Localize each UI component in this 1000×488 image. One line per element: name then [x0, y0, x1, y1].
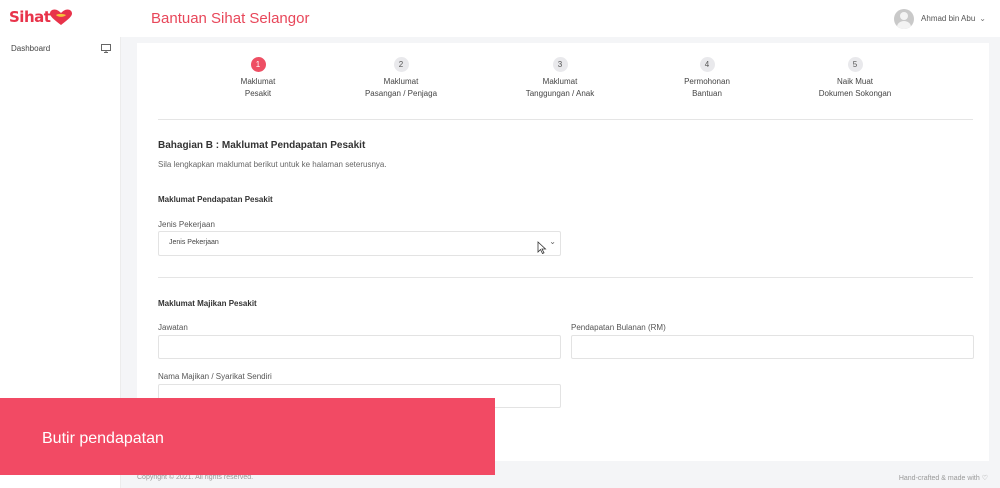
user-name[interactable]: Ahmad bin Abu — [921, 14, 975, 23]
caption-banner: Butir pendapatan — [0, 398, 495, 475]
logo[interactable]: Sihat — [9, 8, 72, 28]
monthly-income-label: Pendapatan Bulanan (RM) — [571, 323, 666, 332]
employer-section-title: Maklumat Majikan Pesakit — [158, 299, 257, 308]
step-label-line1: Maklumat — [383, 77, 419, 86]
stepper: 1 Maklumat Pesakit 2 Maklumat Pasangan /… — [137, 57, 989, 107]
heart-logo-icon — [50, 9, 72, 25]
divider — [158, 277, 973, 278]
sidebar-item-label[interactable]: Dashboard — [11, 44, 50, 53]
income-section-title: Maklumat Pendapatan Pesakit — [158, 195, 273, 204]
step-number: 4 — [699, 57, 715, 72]
sidebar-item-dashboard[interactable]: Dashboard — [11, 41, 111, 55]
form-heading: Bahagian B : Maklumat Pendapatan Pesakit — [158, 140, 366, 151]
mouse-cursor-icon — [537, 241, 547, 254]
logo-text: Sihat — [9, 8, 51, 26]
monthly-income-field[interactable] — [571, 335, 974, 359]
footer-copyright: Copyright © 2021. All rights reserved. — [137, 474, 254, 481]
job-type-select[interactable]: Jenis Pekerjaan ⌄ — [158, 231, 561, 256]
job-type-selected: Jenis Pekerjaan — [169, 239, 219, 246]
job-type-label: Jenis Pekerjaan — [158, 220, 215, 229]
form-subtitle: Sila lengkapkan maklumat berikut untuk k… — [158, 160, 387, 169]
step-number: 5 — [847, 57, 863, 72]
user-menu[interactable]: Ahmad bin Abu ⌄ — [894, 8, 986, 29]
step-3[interactable]: 3 Maklumat Tanggungan / Anak — [495, 57, 625, 100]
step-label-line2: Tanggungan / Anak — [525, 89, 595, 98]
position-field[interactable] — [158, 335, 561, 359]
chevron-down-icon[interactable]: ⌄ — [979, 14, 986, 23]
step-number: 2 — [393, 57, 409, 72]
step-number: 1 — [250, 57, 266, 72]
chevron-down-icon[interactable]: ⌄ — [549, 237, 556, 246]
top-bar: Sihat Bantuan Sihat Selangor Ahmad bin A… — [0, 0, 1000, 37]
step-label-line2: Pesakit — [244, 89, 272, 98]
avatar[interactable] — [894, 8, 915, 29]
step-1[interactable]: 1 Maklumat Pesakit — [193, 57, 323, 100]
step-label-line2: Bantuan — [692, 89, 722, 98]
step-label-line1: Naik Muat — [836, 77, 873, 86]
step-label-line1: Maklumat — [542, 77, 578, 86]
step-4[interactable]: 4 Permohonan Bantuan — [642, 57, 772, 100]
caption-text: Butir pendapatan — [42, 430, 164, 447]
position-label: Jawatan — [158, 323, 188, 332]
footer-credit: Hand-crafted & made with ♡ — [898, 475, 988, 482]
step-label-line2: Pasangan / Penjaga — [364, 89, 438, 98]
step-5[interactable]: 5 Naik Muat Dokumen Sokongan — [790, 57, 920, 100]
step-label-line2: Dokumen Sokongan — [818, 89, 892, 98]
step-label-line1: Maklumat — [240, 77, 276, 86]
step-number: 3 — [552, 57, 568, 72]
step-2[interactable]: 2 Maklumat Pasangan / Penjaga — [336, 57, 466, 100]
monitor-icon — [101, 43, 111, 53]
employer-name-label: Nama Majikan / Syarikat Sendiri — [158, 372, 272, 381]
app-title: Bantuan Sihat Selangor — [151, 10, 310, 27]
divider — [158, 119, 973, 120]
step-label-line1: Permohonan — [684, 77, 730, 86]
